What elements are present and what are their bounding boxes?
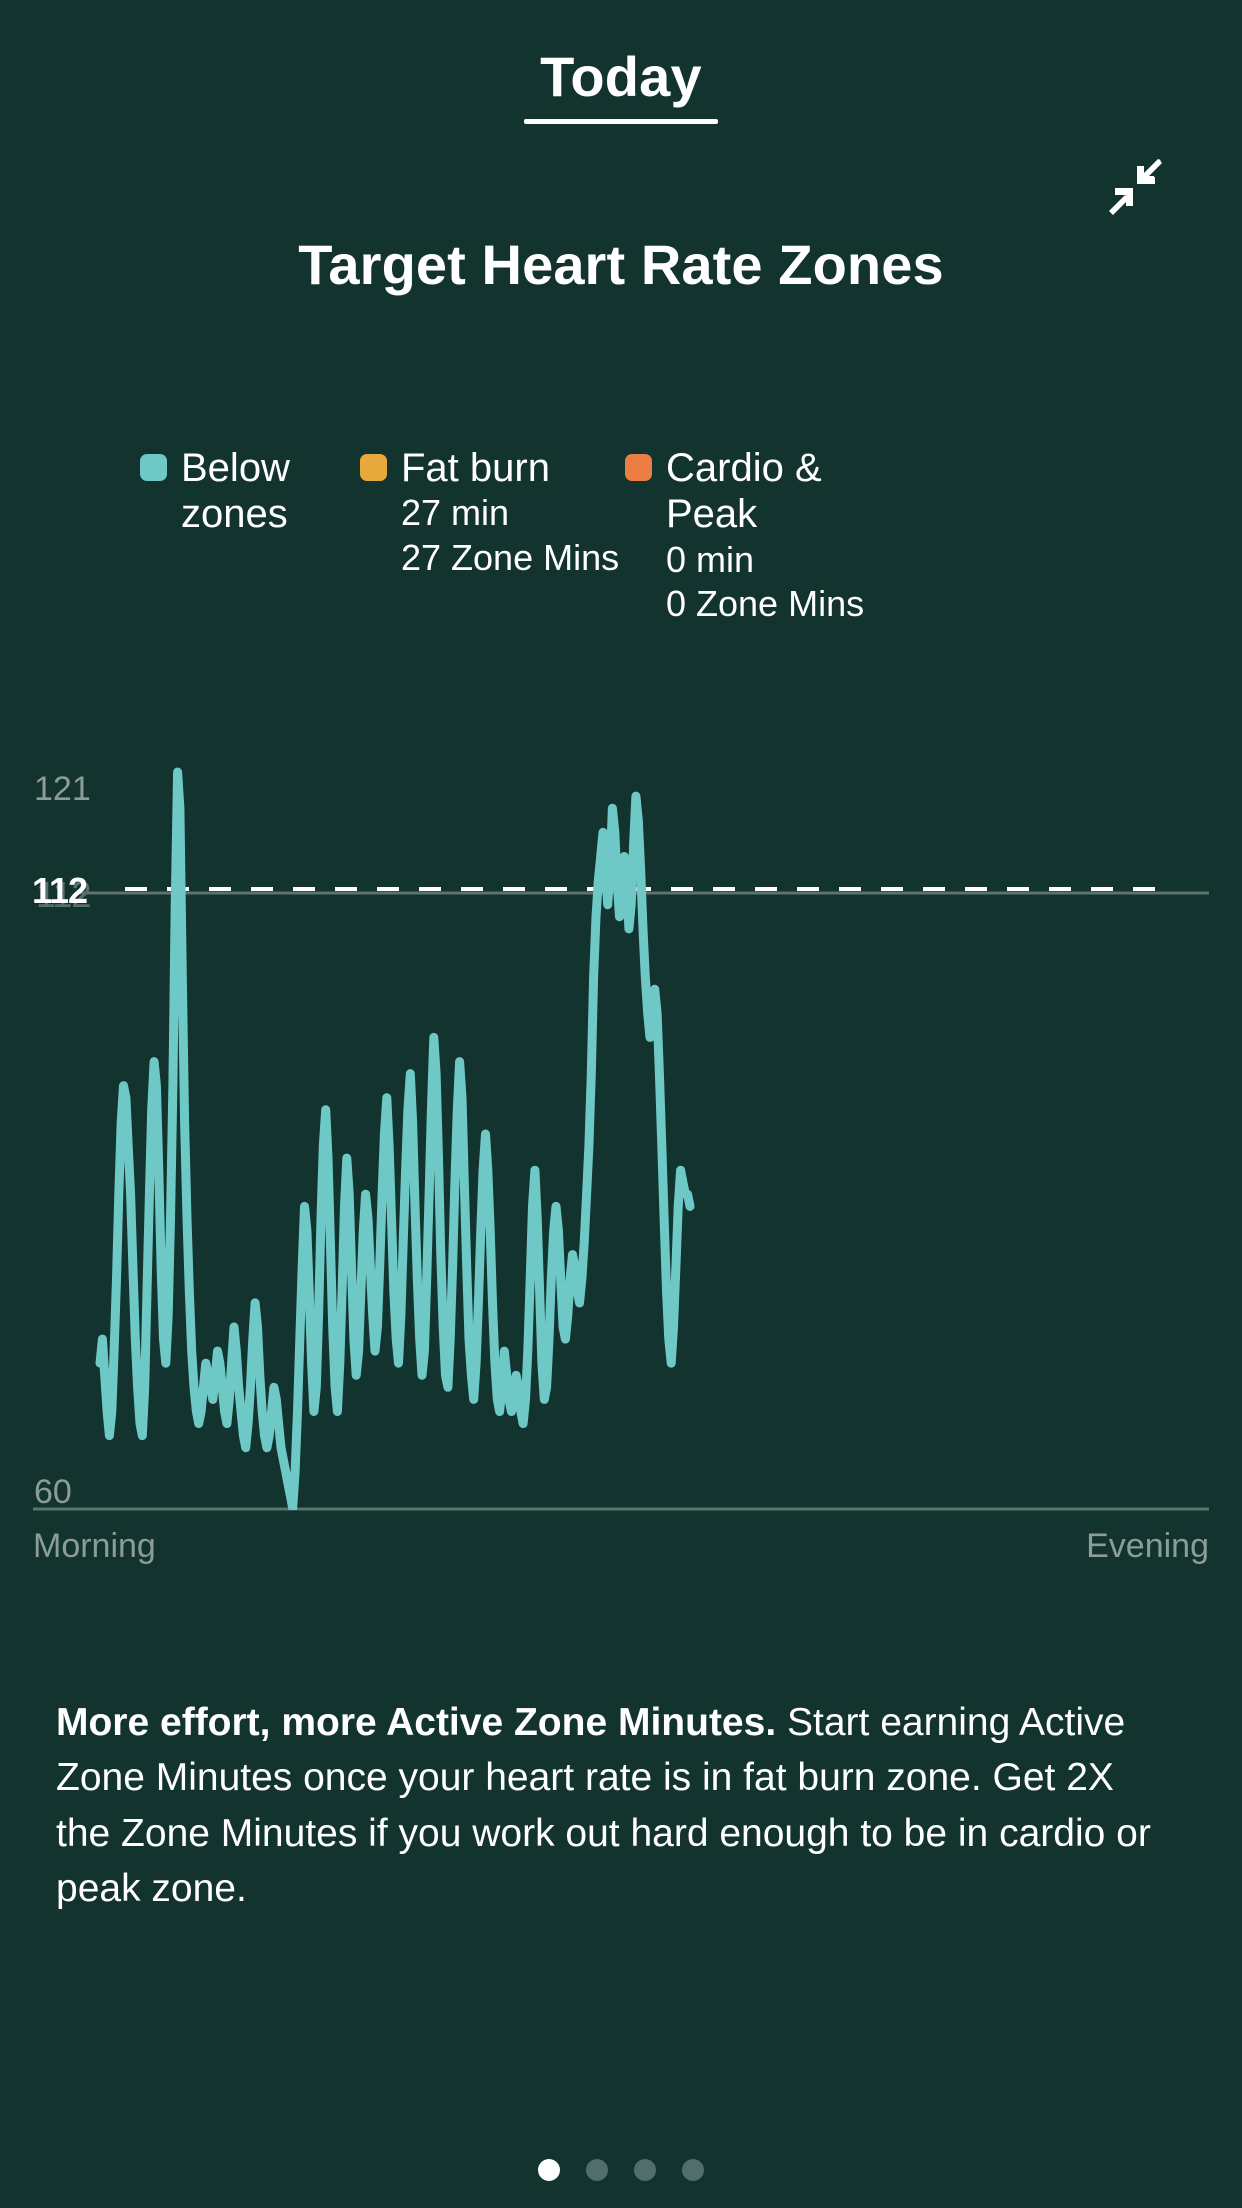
pagination-dot-4[interactable] bbox=[682, 2159, 704, 2181]
pagination-dots[interactable] bbox=[538, 2159, 704, 2181]
x-axis-morning-label: Morning bbox=[33, 1527, 156, 1566]
pagination-dot-2[interactable] bbox=[586, 2159, 608, 2181]
description-text: More effort, more Active Zone Minutes. S… bbox=[56, 1695, 1156, 1917]
pagination-dot-3[interactable] bbox=[634, 2159, 656, 2181]
heart-rate-zones-screen: Today Target Heart Rate Zones Below zone… bbox=[0, 0, 1242, 2208]
x-axis-evening-label: Evening bbox=[1086, 1527, 1209, 1566]
pagination-dot-1[interactable] bbox=[538, 2159, 560, 2181]
y-axis-max-label: 121 bbox=[34, 770, 91, 809]
heart-rate-trace bbox=[100, 772, 690, 1508]
y-axis-threshold-label: 112 bbox=[32, 870, 87, 912]
y-axis-min-label: 60 bbox=[34, 1473, 72, 1512]
description-lead: More effort, more Active Zone Minutes. bbox=[56, 1701, 776, 1744]
